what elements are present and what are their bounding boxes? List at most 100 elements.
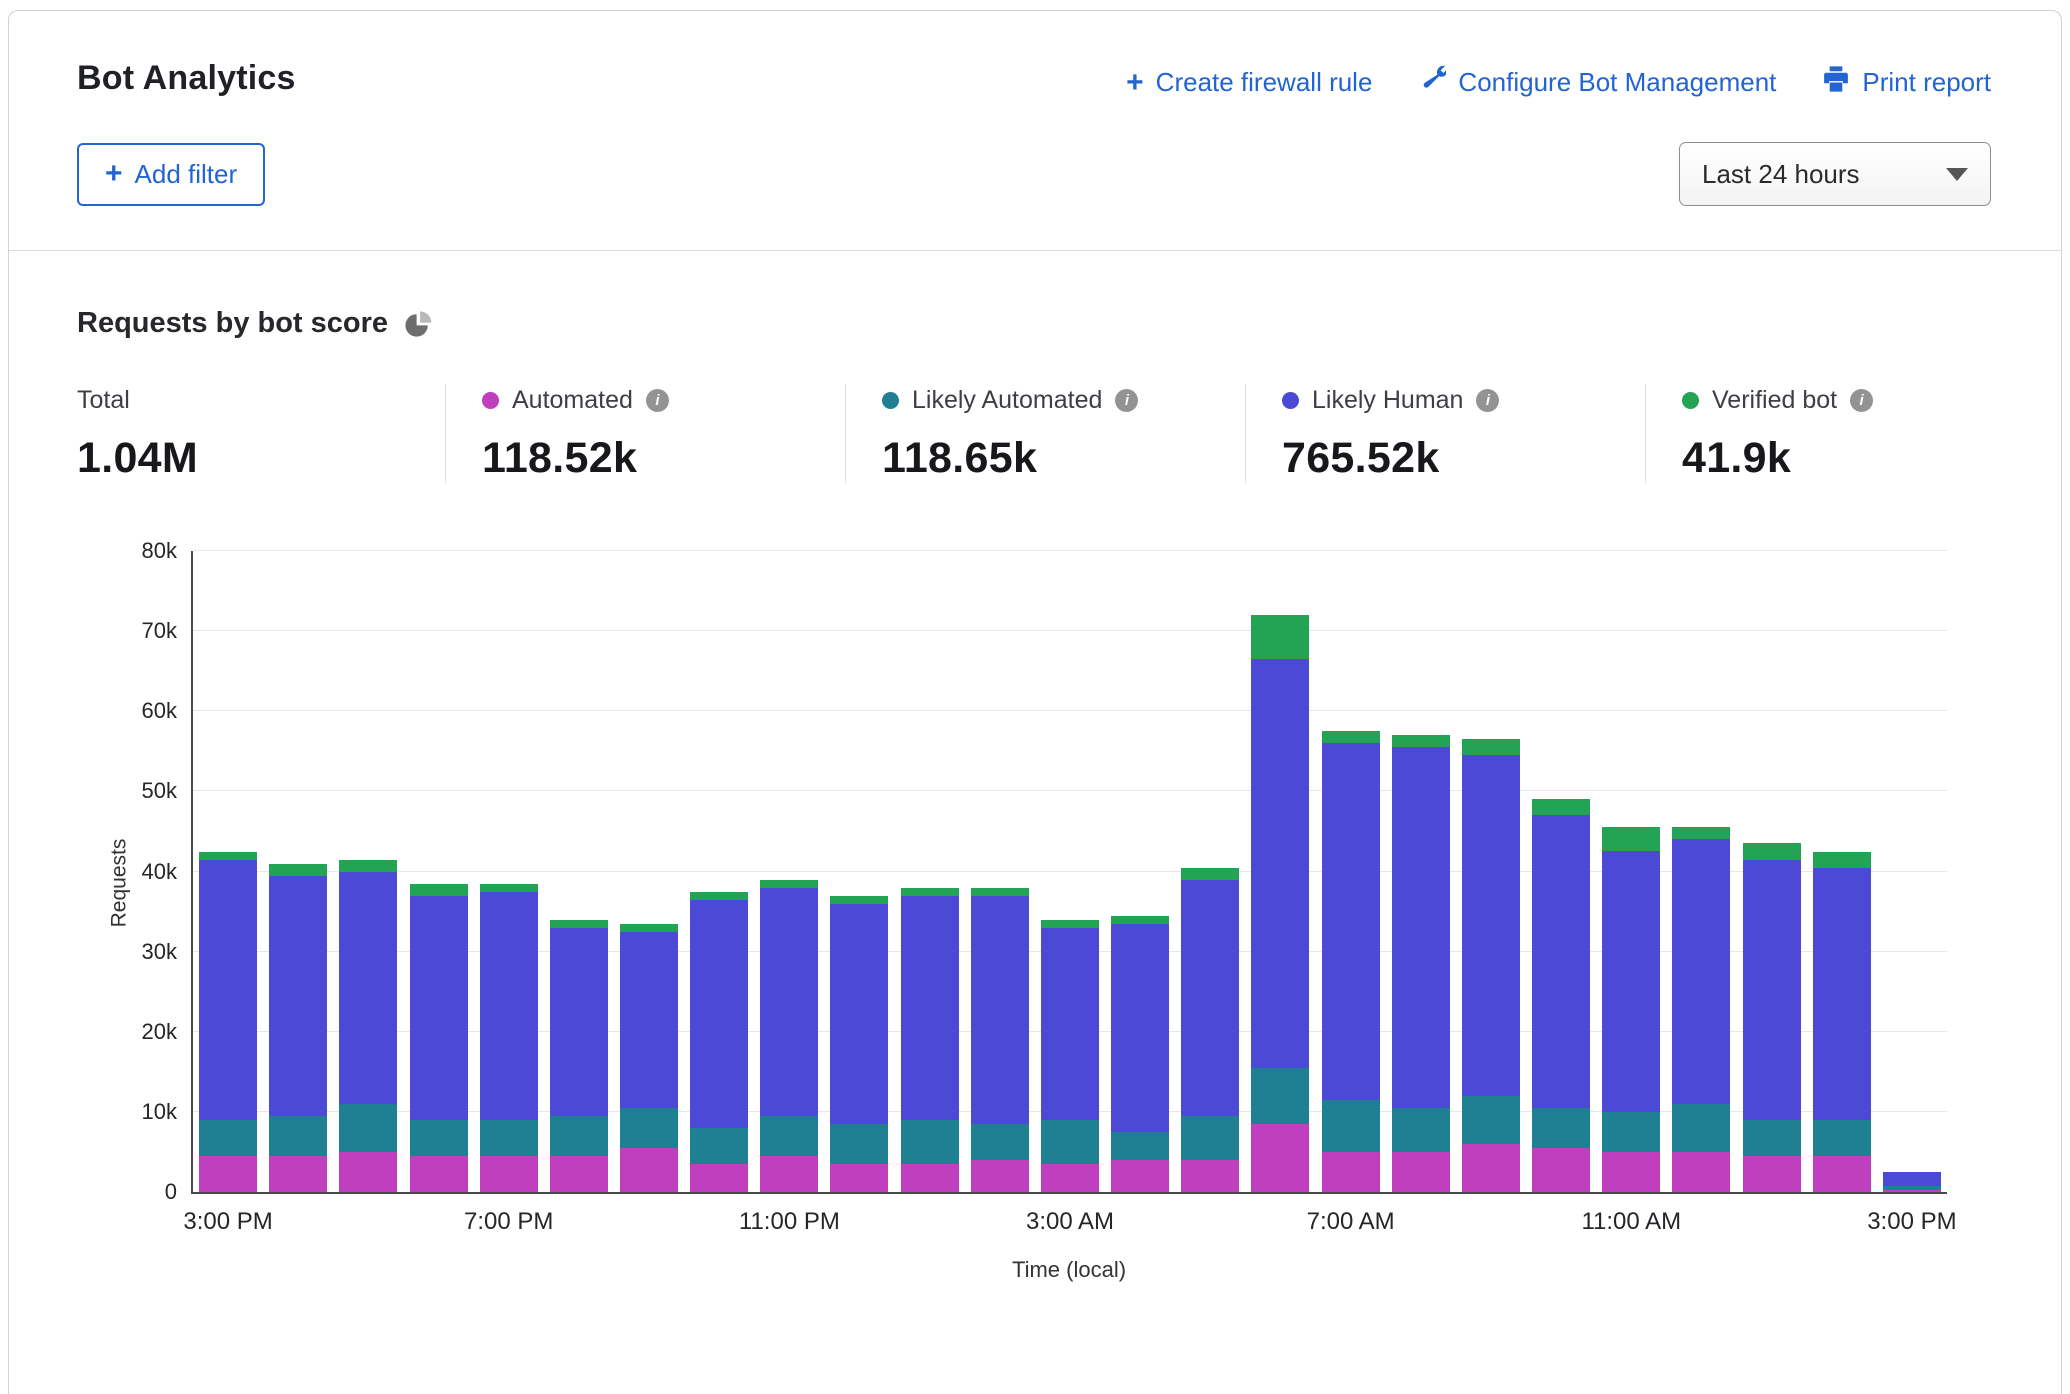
bar-segment-likely_automated[interactable] [971, 1124, 1029, 1160]
bar-segment-likely_human[interactable] [901, 896, 959, 1120]
bar-segment-automated[interactable] [480, 1156, 538, 1192]
bar-segment-likely_human[interactable] [410, 896, 468, 1120]
stacked-bar[interactable] [620, 924, 678, 1192]
bar-segment-automated[interactable] [971, 1160, 1029, 1192]
stacked-bar[interactable] [1743, 843, 1801, 1192]
bar-segment-automated[interactable] [1672, 1152, 1730, 1192]
print-report-link[interactable]: Print report [1822, 65, 1991, 100]
bar-segment-likely_automated[interactable] [901, 1120, 959, 1164]
bar-segment-verified_bot[interactable] [901, 888, 959, 896]
bar-segment-likely_human[interactable] [620, 932, 678, 1108]
bar-segment-likely_automated[interactable] [1251, 1068, 1309, 1124]
bar-segment-automated[interactable] [1883, 1190, 1941, 1192]
bar-segment-automated[interactable] [1322, 1152, 1380, 1192]
info-icon[interactable]: i [646, 389, 669, 412]
stacked-bar[interactable] [1883, 1172, 1941, 1192]
bar-segment-verified_bot[interactable] [971, 888, 1029, 896]
bar-segment-verified_bot[interactable] [830, 896, 888, 904]
bar-segment-verified_bot[interactable] [339, 860, 397, 872]
bar-segment-likely_automated[interactable] [1041, 1120, 1099, 1164]
bar-segment-likely_automated[interactable] [199, 1120, 257, 1156]
bar-segment-automated[interactable] [1111, 1160, 1169, 1192]
bar-segment-likely_human[interactable] [1322, 743, 1380, 1100]
bar-segment-automated[interactable] [1602, 1152, 1660, 1192]
bar-segment-automated[interactable] [1532, 1148, 1590, 1192]
bar-segment-likely_automated[interactable] [269, 1116, 327, 1156]
bar-segment-likely_human[interactable] [1041, 928, 1099, 1120]
stacked-bar[interactable] [971, 888, 1029, 1192]
bar-segment-likely_automated[interactable] [1532, 1108, 1590, 1148]
bar-segment-likely_automated[interactable] [1672, 1104, 1730, 1152]
stacked-bar[interactable] [1392, 735, 1450, 1192]
bar-segment-likely_automated[interactable] [1111, 1132, 1169, 1160]
info-icon[interactable]: i [1850, 389, 1873, 412]
bar-segment-verified_bot[interactable] [690, 892, 748, 900]
bar-segment-automated[interactable] [410, 1156, 468, 1192]
bar-segment-automated[interactable] [1181, 1160, 1239, 1192]
time-range-select[interactable]: Last 24 hours [1679, 142, 1991, 206]
bar-segment-likely_human[interactable] [971, 896, 1029, 1124]
bar-segment-verified_bot[interactable] [760, 880, 818, 888]
bar-segment-likely_human[interactable] [550, 928, 608, 1116]
bar-segment-verified_bot[interactable] [1392, 735, 1450, 747]
bar-segment-verified_bot[interactable] [1813, 852, 1871, 868]
create-firewall-rule-link[interactable]: + Create firewall rule [1126, 67, 1372, 98]
bar-segment-verified_bot[interactable] [410, 884, 468, 896]
bar-segment-likely_automated[interactable] [1322, 1100, 1380, 1152]
stacked-bar[interactable] [1111, 916, 1169, 1192]
stacked-bar[interactable] [1462, 739, 1520, 1192]
bar-segment-likely_automated[interactable] [690, 1128, 748, 1164]
bar-segment-verified_bot[interactable] [1111, 916, 1169, 924]
configure-bot-management-link[interactable]: Configure Bot Management [1418, 65, 1776, 100]
bar-segment-likely_human[interactable] [269, 876, 327, 1116]
stacked-bar[interactable] [339, 860, 397, 1193]
bar-segment-verified_bot[interactable] [199, 852, 257, 860]
bar-segment-automated[interactable] [901, 1164, 959, 1192]
bar-segment-likely_human[interactable] [1181, 880, 1239, 1116]
bar-segment-verified_bot[interactable] [550, 920, 608, 928]
bar-segment-likely_human[interactable] [830, 904, 888, 1124]
bar-segment-automated[interactable] [620, 1148, 678, 1192]
stacked-bar[interactable] [830, 896, 888, 1192]
bar-segment-likely_human[interactable] [1743, 860, 1801, 1120]
bar-segment-likely_automated[interactable] [1392, 1108, 1450, 1152]
stacked-bar[interactable] [760, 880, 818, 1192]
bar-segment-verified_bot[interactable] [269, 864, 327, 876]
bar-segment-likely_automated[interactable] [480, 1120, 538, 1156]
bar-segment-verified_bot[interactable] [620, 924, 678, 932]
bar-segment-likely_automated[interactable] [1813, 1120, 1871, 1156]
bar-segment-automated[interactable] [1251, 1124, 1309, 1192]
bar-segment-verified_bot[interactable] [1672, 827, 1730, 839]
bar-segment-automated[interactable] [760, 1156, 818, 1192]
bar-segment-likely_automated[interactable] [1602, 1112, 1660, 1152]
bar-segment-verified_bot[interactable] [1251, 615, 1309, 659]
stacked-bar[interactable] [901, 888, 959, 1192]
info-icon[interactable]: i [1476, 389, 1499, 412]
bar-segment-automated[interactable] [1462, 1144, 1520, 1192]
bar-segment-likely_human[interactable] [690, 900, 748, 1128]
bar-segment-likely_human[interactable] [339, 872, 397, 1104]
bar-segment-automated[interactable] [1813, 1156, 1871, 1192]
bar-segment-likely_automated[interactable] [339, 1104, 397, 1152]
stacked-bar[interactable] [1181, 868, 1239, 1192]
bar-segment-likely_automated[interactable] [760, 1116, 818, 1156]
bar-segment-verified_bot[interactable] [480, 884, 538, 892]
bar-segment-automated[interactable] [550, 1156, 608, 1192]
bar-segment-verified_bot[interactable] [1532, 799, 1590, 815]
bar-segment-verified_bot[interactable] [1743, 843, 1801, 859]
bar-segment-likely_human[interactable] [760, 888, 818, 1116]
bar-segment-likely_human[interactable] [199, 860, 257, 1120]
bar-segment-automated[interactable] [1743, 1156, 1801, 1192]
bar-segment-verified_bot[interactable] [1181, 868, 1239, 880]
bar-segment-likely_human[interactable] [1883, 1172, 1941, 1186]
stacked-bar[interactable] [1532, 799, 1590, 1192]
stacked-bar[interactable] [269, 864, 327, 1193]
bar-segment-automated[interactable] [199, 1156, 257, 1192]
bar-segment-likely_automated[interactable] [1181, 1116, 1239, 1160]
bar-segment-automated[interactable] [339, 1152, 397, 1192]
stacked-bar[interactable] [1813, 852, 1871, 1193]
bar-segment-likely_human[interactable] [1251, 659, 1309, 1068]
stacked-bar[interactable] [1322, 731, 1380, 1192]
stacked-bar[interactable] [690, 892, 748, 1192]
bar-segment-automated[interactable] [1392, 1152, 1450, 1192]
